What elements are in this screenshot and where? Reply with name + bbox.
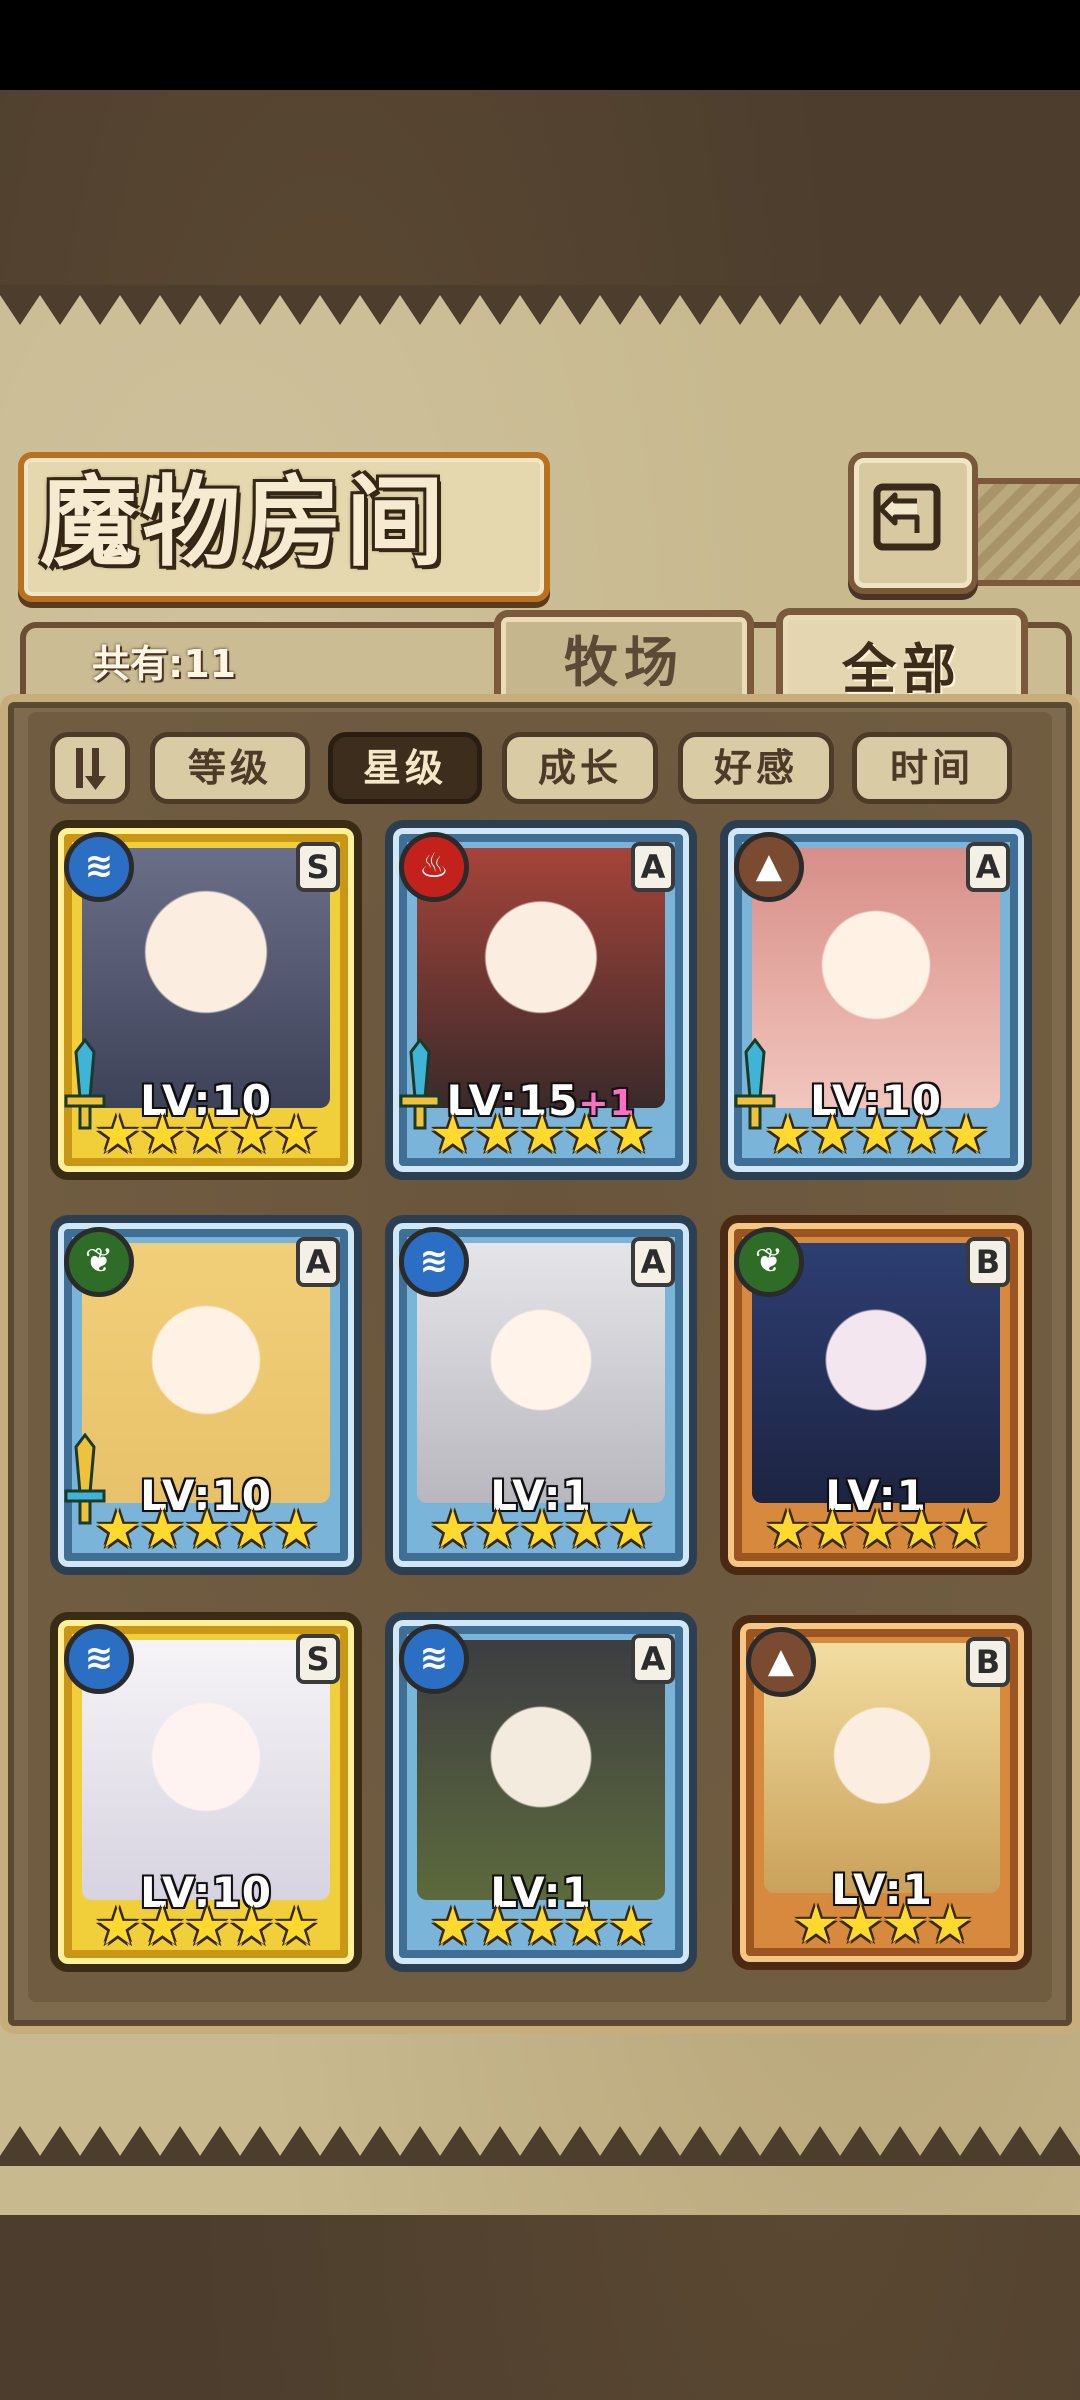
sort-star-button[interactable]: 星级 (328, 732, 482, 804)
rank-badge: A (631, 842, 675, 892)
monster-card[interactable]: ≋ A LV:1 ★★★★★ (385, 1612, 697, 1972)
monster-card[interactable]: ▲ B LV:1 ★★★★ (732, 1615, 1032, 1970)
rank-badge: A (966, 842, 1010, 892)
sort-growth-button[interactable]: 成长 (502, 732, 658, 804)
rank-badge: B (966, 1237, 1010, 1287)
status-bar (0, 0, 1080, 90)
torn-edge-top (0, 285, 1080, 325)
monster-card[interactable]: ♨ A LV:15+1 ★★★★★ (385, 820, 697, 1180)
monster-card[interactable]: ≋ S LV:10 ★★★★★ (50, 1612, 362, 1972)
back-button-rail (966, 478, 1080, 586)
torn-edge-bottom (0, 2126, 1080, 2166)
water-element-icon: ≋ (64, 832, 134, 902)
rank-badge: A (631, 1237, 675, 1287)
monster-card[interactable]: ≋ A LV:1 ★★★★★ (385, 1215, 697, 1575)
grass-element-icon: ❦ (64, 1227, 134, 1297)
sort-order-toggle[interactable] (50, 732, 130, 804)
water-element-icon: ≋ (399, 1624, 469, 1694)
sort-affection-button[interactable]: 好感 (678, 732, 834, 804)
earth-element-icon: ▲ (734, 832, 804, 902)
rank-badge: A (296, 1237, 340, 1287)
monster-card[interactable]: ▲ A LV:10 ★★★★★ (720, 820, 1032, 1180)
star-rating: ★★★★★ (764, 1500, 989, 1560)
star-rating: ★★★★★ (94, 1897, 319, 1957)
star-rating: ★★★★★ (764, 1105, 989, 1165)
rank-badge: S (296, 842, 340, 892)
earth-element-icon: ▲ (746, 1627, 816, 1697)
rank-badge: B (966, 1637, 1010, 1687)
water-element-icon: ≋ (64, 1624, 134, 1694)
water-element-icon: ≋ (399, 1227, 469, 1297)
star-rating: ★★★★★ (94, 1500, 319, 1560)
sort-order-icon (76, 748, 106, 790)
return-arrow-icon (873, 483, 941, 551)
sort-level-button[interactable]: 等级 (150, 732, 310, 804)
monster-card[interactable]: ❦ B LV:1 ★★★★★ (720, 1215, 1032, 1575)
fire-element-icon: ♨ (399, 832, 469, 902)
star-rating: ★★★★★ (429, 1105, 654, 1165)
rank-badge: A (631, 1634, 675, 1684)
back-button[interactable] (848, 452, 978, 594)
monster-card[interactable]: ≋ S LV:10 ★★★★★ (50, 820, 362, 1180)
rank-badge: S (296, 1634, 340, 1684)
grass-element-icon: ❦ (734, 1227, 804, 1297)
monster-count: 共有:11 (92, 642, 237, 686)
star-rating: ★★★★★ (429, 1897, 654, 1957)
star-rating: ★★★★★ (94, 1105, 319, 1165)
star-rating: ★★★★★ (429, 1500, 654, 1560)
monster-card[interactable]: ❦ A LV:10 ★★★★★ (50, 1215, 362, 1575)
page-title: 魔物房间 (40, 465, 449, 580)
sort-time-button[interactable]: 时间 (852, 732, 1012, 804)
star-rating: ★★★★ (792, 1895, 973, 1955)
